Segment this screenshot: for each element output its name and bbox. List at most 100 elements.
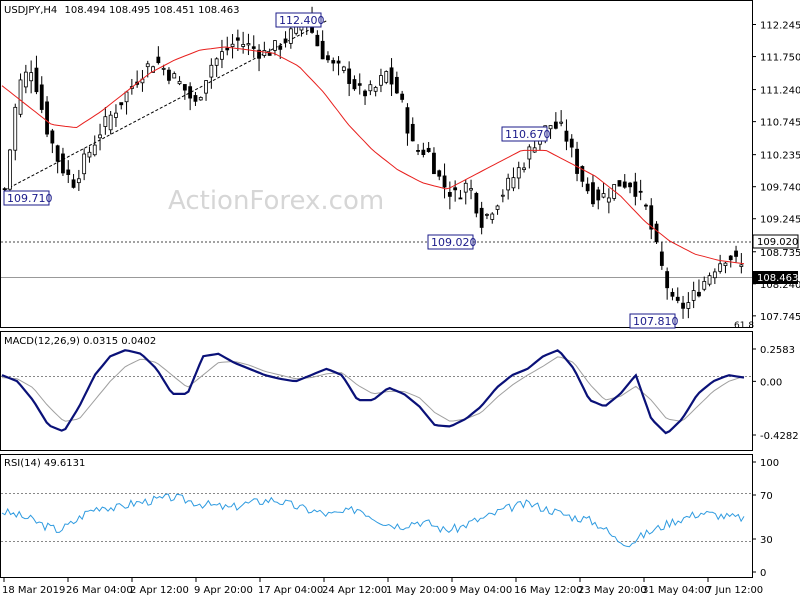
candle (13, 103, 18, 161)
price-ytick: 108.735 (760, 248, 800, 259)
price-ytick: 111.240 (760, 86, 800, 97)
candle (469, 179, 473, 200)
macd-y-axis: 0.2583 0.00 -0.4282 (752, 345, 799, 442)
candle (707, 272, 712, 287)
moving-average-line (1, 46, 745, 265)
fib-label: 61.8 (734, 321, 754, 331)
price-panel-frame (0, 0, 753, 328)
price-tag-109020-label: 109.020 (757, 237, 798, 248)
price-ytick: 109.740 (760, 183, 800, 194)
x-tick-label: 7 Jun 12:00 (706, 585, 763, 596)
candle (622, 174, 627, 189)
annotation-109710-label: 109.710 (7, 192, 53, 205)
candle (670, 288, 675, 301)
rsi-title: RSI(14) 49.6131 (4, 458, 85, 469)
candle (628, 181, 632, 194)
candle (235, 29, 240, 51)
watermark: ActionForex.com (168, 186, 384, 216)
candle (246, 33, 251, 56)
ohlc-label: 108.494 108.495 108.451 108.463 (64, 5, 239, 16)
annotation-110670: 110.670 (501, 126, 551, 142)
candle (675, 287, 680, 304)
candle (373, 85, 378, 97)
candle (114, 104, 118, 127)
candle (320, 30, 325, 60)
price-ytick: 112.245 (760, 21, 800, 32)
candle (87, 146, 92, 163)
candle (553, 112, 558, 130)
candle (479, 201, 484, 235)
annotation-107810-label: 107.810 (633, 315, 679, 328)
candle (363, 89, 367, 105)
candle (209, 58, 214, 89)
candle (119, 102, 124, 110)
candle (341, 65, 346, 74)
candle (665, 267, 670, 300)
x-tick-label: 1 May 20:00 (386, 585, 448, 596)
candle (23, 64, 28, 94)
candle (34, 55, 39, 95)
candle (405, 103, 410, 146)
candle (612, 184, 617, 201)
candle (182, 84, 187, 100)
candle (220, 39, 224, 69)
candle (103, 107, 108, 135)
candle (718, 254, 723, 274)
price-tag-current: 108.463 (753, 271, 798, 284)
candle (251, 35, 256, 58)
candle (734, 245, 738, 263)
candle (426, 141, 431, 153)
candle (585, 177, 590, 194)
candle (55, 144, 60, 174)
candle (702, 276, 707, 292)
candle (82, 148, 87, 181)
macd-ytick: 0.00 (760, 377, 782, 388)
candle (352, 75, 357, 91)
price-ytick: 109.245 (760, 215, 800, 226)
price-tag-109020: 109.020 (752, 234, 799, 249)
x-tick-label: 17 Apr 04:00 (258, 585, 323, 596)
candle (326, 51, 330, 63)
candle (45, 96, 49, 138)
macd-line (1, 349, 745, 435)
candle (654, 221, 659, 245)
candle (490, 212, 495, 224)
candle (601, 182, 606, 199)
candle (66, 160, 71, 184)
price-ytick: 107.745 (760, 312, 800, 323)
candle (516, 161, 521, 190)
candle (76, 169, 81, 192)
x-tick-label: 2 Apr 12:00 (130, 585, 189, 596)
candle (686, 292, 691, 319)
candle (368, 80, 373, 96)
x-tick-label: 24 Apr 12:00 (322, 585, 387, 596)
candle (108, 110, 113, 135)
candle (198, 96, 203, 101)
candle (188, 82, 193, 111)
rsi-line (1, 493, 745, 548)
candle (728, 255, 733, 268)
annotation-112400-label: 112.400 (279, 14, 325, 27)
candle (172, 71, 177, 79)
candle (564, 119, 569, 151)
candle (649, 198, 654, 240)
annotation-109710: 109.710 (3, 190, 53, 206)
candle (633, 172, 638, 206)
rsi-ytick: 70 (760, 491, 773, 502)
candle (18, 73, 23, 118)
x-tick-label: 26 Mar 04:00 (66, 585, 133, 596)
candle (400, 90, 405, 103)
candle (416, 144, 420, 156)
annotation-112400: 112.400 (275, 12, 325, 28)
candle (257, 44, 261, 72)
candle (357, 73, 362, 95)
candlestick-series (2, 6, 744, 319)
rsi-y-axis: 100 70 30 0 (752, 458, 779, 579)
candle (495, 204, 500, 215)
candle (506, 173, 511, 200)
candle (214, 57, 219, 77)
rsi-panel-frame (0, 454, 753, 578)
candle (617, 180, 622, 187)
macd-title: MACD(12,26,9) 0.0315 0.0402 (4, 336, 156, 347)
annotation-107810: 107.810 (629, 313, 679, 329)
